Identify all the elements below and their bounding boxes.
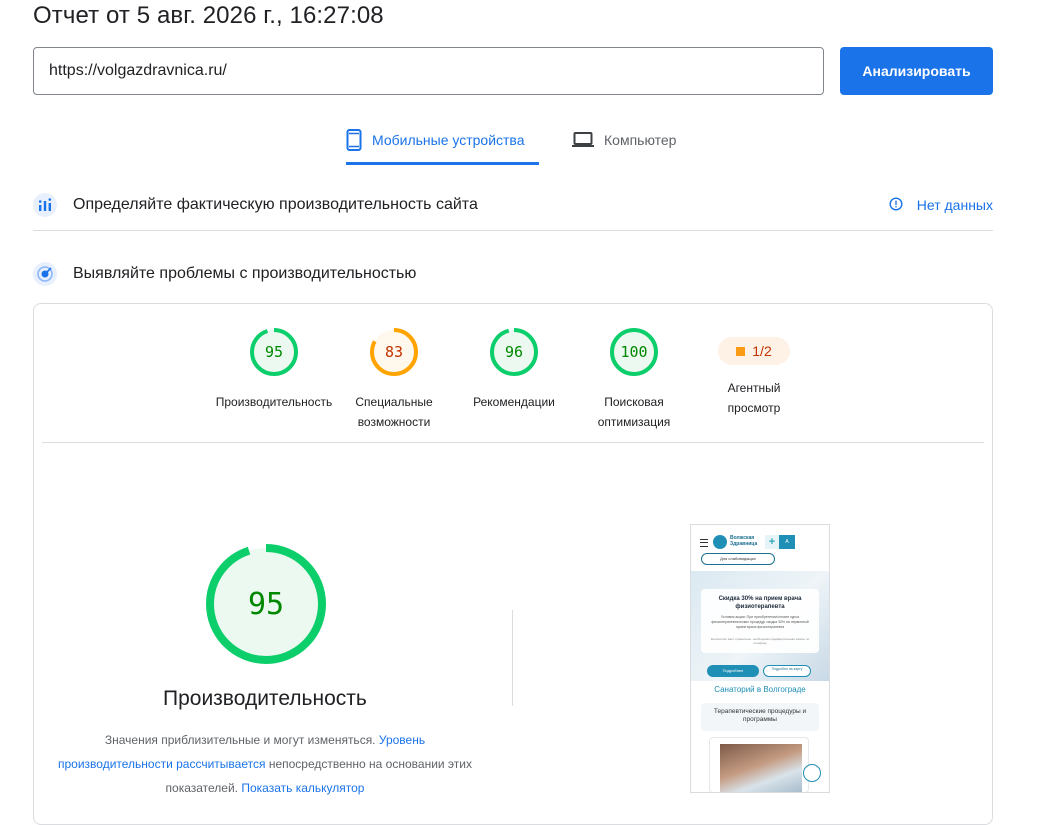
gauge-performance-value: 95 xyxy=(265,343,283,361)
field-data-title: Определяйте фактическую производительнос… xyxy=(73,196,478,213)
screenshot-hero-text: Условия акции: При приобретении/оплате к… xyxy=(711,615,809,629)
screenshot-photo-card xyxy=(709,737,809,792)
gauge-agentic-label: Агентный просмотр xyxy=(727,381,781,415)
gauge-best-practices[interactable]: 96 Рекомендации xyxy=(454,326,574,412)
gauge-accessibility[interactable]: 83 Специальные возможности xyxy=(334,326,454,432)
lab-data-title: Выявляйте проблемы с производительностью xyxy=(73,265,417,282)
square-icon xyxy=(736,346,746,356)
screenshot-header: Волжская Здравница + A xyxy=(691,531,829,553)
analyze-button[interactable]: Анализировать xyxy=(840,47,993,95)
report-title: Отчет от 5 авг. 2026 г., 16:27:08 xyxy=(33,2,384,29)
page-screenshot: Волжская Здравница + A Для слабовидящих … xyxy=(690,524,830,793)
agentic-value: 1/2 xyxy=(752,343,772,359)
gauge-performance[interactable]: 95 Производительность xyxy=(214,326,334,412)
screenshot-accessibility-button: Для слабовидящих xyxy=(701,553,775,565)
tab-mobile-label: Мобильные устройства xyxy=(372,132,525,148)
gauge-accessibility-value: 83 xyxy=(385,343,403,361)
url-input[interactable] xyxy=(34,48,809,94)
card-divider xyxy=(42,442,984,443)
screenshot-more-button: Подробнее xyxy=(707,665,759,677)
screenshot-apply-button: Подробно на карту xyxy=(763,665,811,677)
note-text-1: Значения приблизительные и могут изменят… xyxy=(104,733,376,747)
screenshot-procedures-title: Терапевтические процедуры и программы xyxy=(713,708,807,723)
device-tabs: Мобильные устройства Компьютер xyxy=(0,118,1056,165)
performance-gauge-large: 95 xyxy=(206,544,326,664)
field-data-icon xyxy=(33,193,57,217)
menu-icon xyxy=(700,539,708,547)
no-data-label: Нет данных xyxy=(916,197,993,213)
smartphone-icon xyxy=(346,129,362,151)
lab-data-icon xyxy=(33,262,57,286)
performance-title: Производительность xyxy=(163,687,367,710)
screenshot-hero-small: Количество мест ограничено, необходимо п… xyxy=(710,637,810,645)
screenshot-hero-card: Скидка 30% на прием врача физиотерапевта… xyxy=(701,589,819,653)
screenshot-hero-title: Скидка 30% на прием врача физиотерапевта xyxy=(718,596,802,610)
gauge-accessibility-label: Специальные возможности xyxy=(355,395,433,429)
lab-data-section: Выявляйте проблемы с производительностью xyxy=(33,254,993,294)
screenshot-sanatorium: Санаторий в Волгограде xyxy=(714,685,806,694)
phone-icon xyxy=(803,764,821,782)
gauge-best-practices-ring: 96 xyxy=(490,328,538,376)
show-calculator-link[interactable]: Показать калькулятор xyxy=(241,781,364,795)
tab-desktop-label: Компьютер xyxy=(604,132,677,148)
url-field[interactable] xyxy=(33,47,824,95)
gauge-agentic[interactable]: 1/2 Агентный просмотр xyxy=(694,326,814,418)
screenshot-brand: Волжская Здравница xyxy=(730,535,758,547)
agentic-badge: 1/2 xyxy=(718,337,790,365)
tab-mobile[interactable]: Мобильные устройства xyxy=(346,118,539,165)
performance-note: Значения приблизительные и могут изменят… xyxy=(54,728,476,800)
gauge-best-practices-value: 96 xyxy=(505,343,523,361)
gauge-performance-label: Производительность xyxy=(215,395,333,409)
tab-desktop[interactable]: Компьютер xyxy=(572,118,692,162)
no-data-link[interactable]: Нет данных xyxy=(889,196,993,214)
font-size-icon: A xyxy=(779,535,795,549)
gauge-seo[interactable]: 100 Поисковая оптимизация xyxy=(574,326,694,432)
score-gauges: 95 Производительность 83 Специальные воз… xyxy=(34,326,992,446)
field-data-section: Определяйте фактическую производительнос… xyxy=(33,180,993,231)
screenshot-procedures-box: Терапевтические процедуры и программы xyxy=(701,703,819,731)
gauge-accessibility-ring: 83 xyxy=(370,328,418,376)
laptop-icon xyxy=(572,132,594,148)
logo-icon xyxy=(713,535,727,549)
gauge-seo-value: 100 xyxy=(620,343,647,361)
gauge-performance-ring: 95 xyxy=(250,328,298,376)
screenshot-photo xyxy=(720,744,802,792)
lab-data-card: 95 Производительность 83 Специальные воз… xyxy=(33,303,993,825)
gauge-best-practices-label: Рекомендации xyxy=(473,395,555,409)
gauge-seo-ring: 100 xyxy=(610,328,658,376)
gauge-seo-label: Поисковая оптимизация xyxy=(597,395,671,429)
info-icon xyxy=(889,196,903,214)
vertical-divider xyxy=(512,610,513,706)
performance-score-value: 95 xyxy=(248,587,284,622)
plus-icon: + xyxy=(765,535,779,549)
